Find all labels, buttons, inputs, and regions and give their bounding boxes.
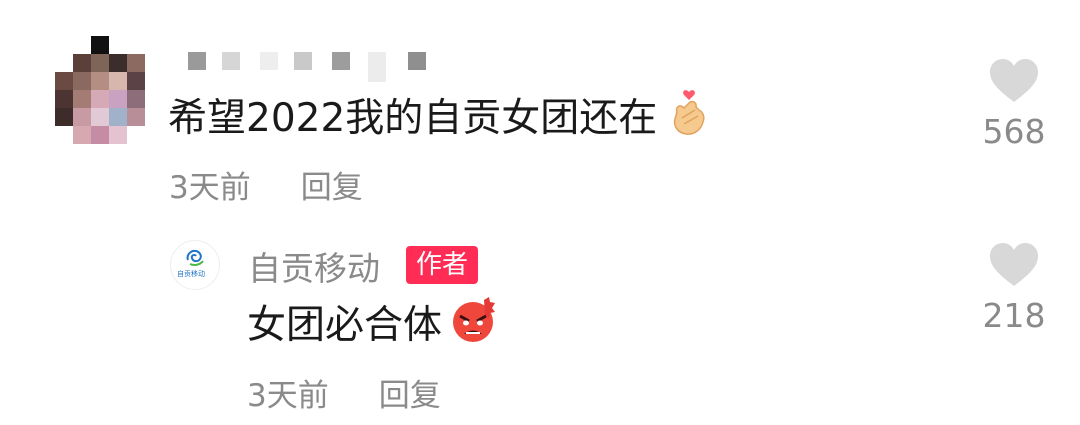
reply-time: 3天前 — [247, 378, 329, 414]
avatar-pixel — [91, 90, 109, 108]
author-badge: 作者 — [406, 246, 479, 284]
avatar-pixel — [109, 126, 127, 144]
comment-meta: 3天前 回复 — [169, 162, 363, 207]
heart-icon — [990, 243, 1038, 286]
avatar-pixel — [91, 54, 109, 72]
reply-text: 女团必合体 — [247, 303, 443, 348]
avatar-pixel — [127, 90, 145, 108]
redaction-block — [368, 52, 386, 82]
redaction-block — [222, 52, 240, 70]
avatar-pixel — [127, 108, 145, 126]
avatar-pixel — [55, 108, 73, 126]
avatar-pixel — [127, 54, 145, 72]
avatar-pixel — [91, 108, 109, 126]
avatar-pixel — [73, 90, 91, 108]
reply-avatar[interactable]: 自贡移动 — [170, 240, 220, 290]
avatar-pixel — [91, 72, 109, 90]
avatar-pixel — [73, 54, 91, 72]
reply-username[interactable]: 自贡移动 — [248, 242, 380, 290]
avatar-pixel — [73, 72, 91, 90]
like-count: 568 — [982, 112, 1046, 151]
comment-text: 希望2022我的自贡女团还在 — [168, 96, 658, 141]
avatar-pixel — [127, 72, 145, 90]
comment-thread: 希望2022我的自贡女团还在 3天前 回复 568 自贡移动 自贡移动 作者 女团… — [0, 0, 1080, 425]
reply-like-button[interactable]: 218 — [974, 242, 1054, 336]
reply-reply-button[interactable]: 回复 — [379, 378, 441, 414]
avatar-pixel — [73, 108, 91, 126]
redaction-block — [260, 52, 278, 70]
avatar-pixel — [109, 108, 127, 126]
angry-face-icon — [446, 296, 500, 359]
avatar-pixel — [73, 126, 91, 144]
comment-text-row: 希望2022我的自贡女团还在 — [168, 88, 711, 153]
reply-text-row: 女团必合体 — [247, 296, 500, 359]
redaction-block — [332, 52, 350, 70]
redaction-block — [408, 52, 426, 70]
china-mobile-logo-icon — [186, 249, 204, 266]
avatar-pixel — [91, 36, 109, 54]
avatar-logo-text: 自贡移动 — [177, 270, 205, 278]
reply-meta: 3天前 回复 — [247, 370, 441, 415]
avatar-pixel — [55, 72, 73, 90]
heart-icon — [990, 59, 1038, 102]
avatar[interactable] — [55, 36, 151, 146]
avatar-pixel — [109, 90, 127, 108]
reply-button[interactable]: 回复 — [301, 170, 363, 206]
like-button[interactable]: 568 — [974, 58, 1054, 152]
finger-heart-icon — [667, 88, 711, 153]
avatar-pixel — [55, 90, 73, 108]
avatar-pixel — [109, 72, 127, 90]
avatar-pixel — [91, 126, 109, 144]
reply-like-count: 218 — [982, 296, 1046, 335]
redaction-block — [294, 52, 312, 70]
comment-time: 3天前 — [169, 170, 251, 206]
avatar-pixel — [109, 54, 127, 72]
redaction-block — [188, 52, 206, 70]
